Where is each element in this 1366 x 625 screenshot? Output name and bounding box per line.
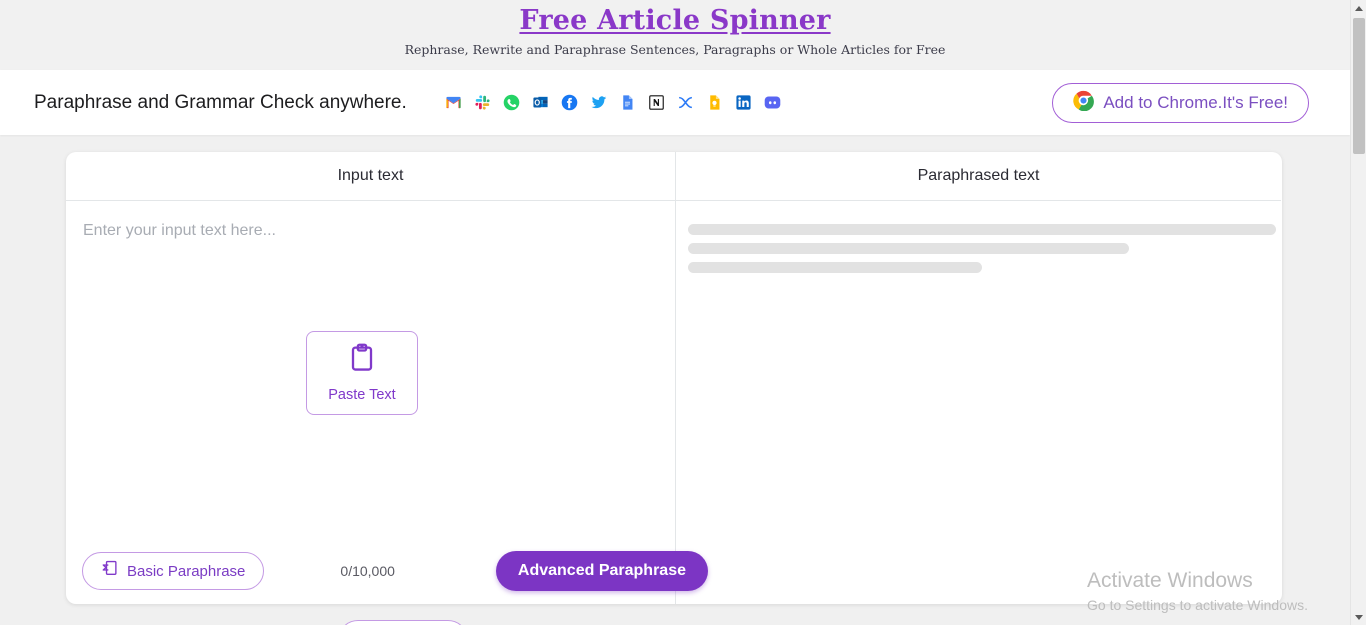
watermark-title: Activate Windows <box>1087 569 1253 592</box>
skeleton-line <box>688 262 982 273</box>
windows-activation-watermark: Activate Windows Go to Settings to activ… <box>1087 567 1308 615</box>
supported-apps-icon-list <box>445 94 781 111</box>
google-docs-icon <box>619 94 636 111</box>
facebook-icon <box>561 94 578 111</box>
whatsapp-icon <box>503 94 520 111</box>
scroll-down-arrow[interactable] <box>1351 609 1366 625</box>
skeleton-line <box>688 224 1276 235</box>
output-pane: Paraphrased text <box>676 152 1281 604</box>
promo-bar: Paraphrase and Grammar Check anywhere. A… <box>0 70 1350 135</box>
watermark-subtitle: Go to Settings to activate Windows. <box>1087 597 1308 613</box>
add-to-chrome-label: Add to Chrome.It's Free! <box>1103 92 1288 112</box>
paraphrase-doc-icon <box>101 560 118 582</box>
brand-header: Free Article Spinner Rephrase, Rewrite a… <box>0 0 1350 70</box>
clipboard-icon <box>348 343 376 378</box>
below-card-button[interactable] <box>338 620 468 625</box>
discord-icon <box>764 94 781 111</box>
page-viewport: Free Article Spinner Rephrase, Rewrite a… <box>0 0 1350 625</box>
paste-text-button[interactable]: Paste Text <box>306 331 418 415</box>
google-keep-icon <box>706 94 723 111</box>
site-subtitle: Rephrase, Rewrite and Paraphrase Sentenc… <box>404 42 946 57</box>
basic-paraphrase-label: Basic Paraphrase <box>127 562 246 580</box>
basic-paraphrase-button[interactable]: Basic Paraphrase <box>82 552 265 590</box>
character-counter: 0/10,000 <box>340 563 395 579</box>
outlook-icon <box>532 94 549 111</box>
xing-icon <box>677 94 694 111</box>
gmail-icon <box>445 94 462 111</box>
input-pane: Input text Enter your input text here...… <box>66 152 708 604</box>
input-pane-title: Input text <box>66 152 675 201</box>
slack-icon <box>474 94 491 111</box>
scroll-up-arrow[interactable] <box>1351 0 1366 16</box>
paste-text-label: Paste Text <box>328 387 396 403</box>
notion-icon <box>648 94 665 111</box>
input-pane-body[interactable]: Enter your input text here... Paste Text <box>66 201 708 604</box>
scrollbar-thumb[interactable] <box>1353 18 1365 154</box>
site-title-link[interactable]: Free Article Spinner <box>519 5 830 37</box>
page-scrollbar[interactable] <box>1350 0 1366 625</box>
promo-headline: Paraphrase and Grammar Check anywhere. <box>34 91 407 113</box>
linkedin-icon <box>735 94 752 111</box>
output-skeleton-loader <box>688 224 1276 281</box>
paraphrase-card: Input text Enter your input text here...… <box>66 152 1282 604</box>
output-pane-title: Paraphrased text <box>676 152 1281 201</box>
input-placeholder: Enter your input text here... <box>83 222 276 239</box>
chrome-icon <box>1073 90 1095 116</box>
input-actions-bar: Basic Paraphrase 0/10,000 Advanced Parap… <box>66 538 708 604</box>
skeleton-line <box>688 243 1129 254</box>
twitter-icon <box>590 94 607 111</box>
add-to-chrome-button[interactable]: Add to Chrome.It's Free! <box>1052 82 1309 123</box>
output-pane-body <box>676 201 1281 604</box>
